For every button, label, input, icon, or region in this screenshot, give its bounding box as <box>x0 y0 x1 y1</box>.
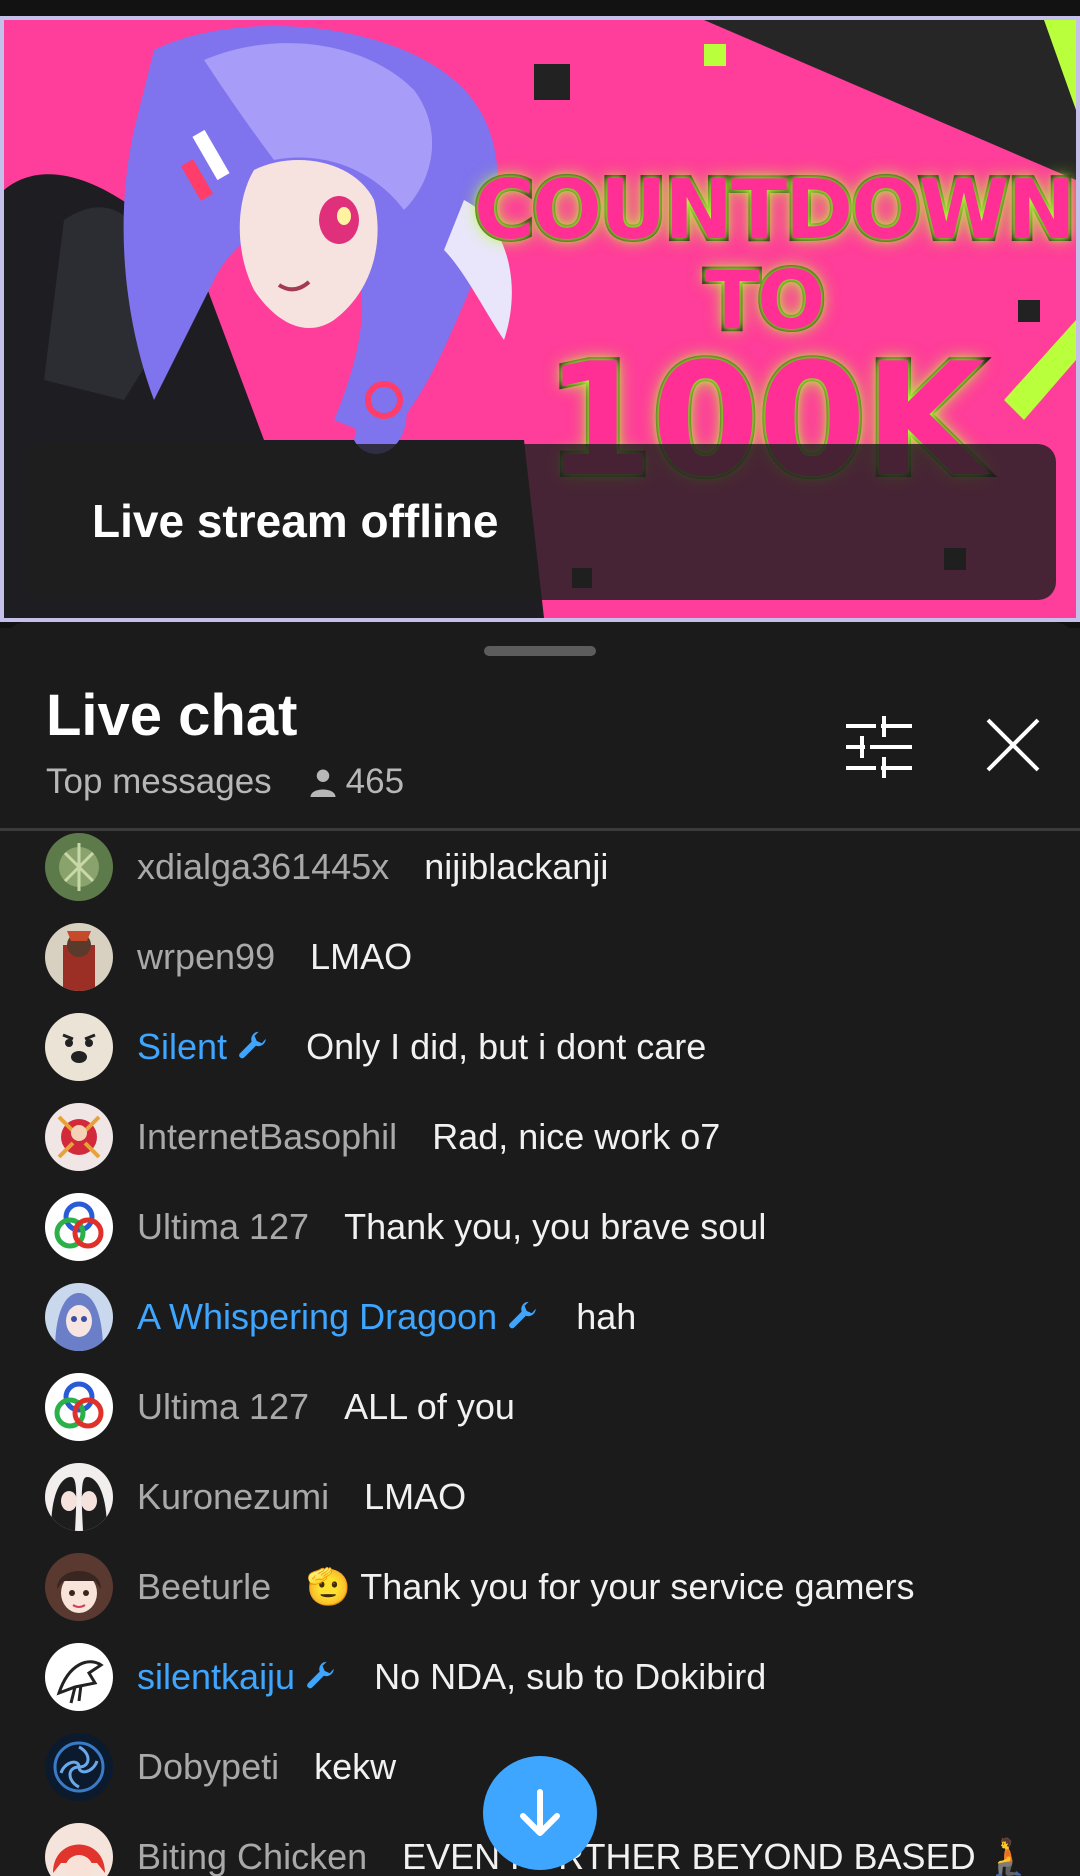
author-name[interactable]: InternetBasophil <box>137 1116 397 1158</box>
chat-message[interactable]: A Whispering Dragoon hah <box>0 1282 1080 1352</box>
message-content: Ultima 127 Thank you, you brave soul <box>137 1206 766 1248</box>
avatar[interactable] <box>45 1463 113 1531</box>
moderator-wrench-icon <box>239 1031 266 1059</box>
message-text: hah <box>576 1296 637 1337</box>
avatar[interactable] <box>45 1013 113 1081</box>
chat-message[interactable]: Kuronezumi LMAO <box>0 1462 1080 1532</box>
message-content: wrpen99 LMAO <box>137 936 412 978</box>
author-name[interactable]: Beeturle <box>137 1566 271 1608</box>
close-icon <box>986 718 1040 772</box>
person-icon <box>310 769 336 797</box>
avatar[interactable] <box>45 1733 113 1801</box>
chat-title: Live chat <box>46 683 298 748</box>
avatar[interactable] <box>45 1823 113 1876</box>
message-content: xdialga361445x nijiblackanji <box>137 846 608 888</box>
message-text: kekw <box>314 1746 397 1787</box>
chat-message[interactable]: Ultima 127 ALL of you <box>0 1372 1080 1442</box>
chat-mode-selector[interactable]: Top messages <box>46 762 272 802</box>
avatar[interactable] <box>45 1373 113 1441</box>
message-content: Silent Only I did, but i dont care <box>137 1026 706 1068</box>
message-text: nijiblackanji <box>424 846 609 887</box>
message-text: LMAO <box>310 936 413 977</box>
author-name[interactable]: Ultima 127 <box>137 1206 309 1248</box>
message-text: 🫡 Thank you for your service gamers <box>306 1566 915 1607</box>
moderator-wrench-icon <box>509 1301 536 1329</box>
avatar[interactable] <box>45 1553 113 1621</box>
message-text: Thank you, you brave soul <box>344 1206 767 1247</box>
tune-icon <box>846 715 912 779</box>
viewer-count: 465 <box>308 762 404 802</box>
message-content: Dobypeti kekw <box>137 1746 396 1788</box>
viewer-count-value: 465 <box>345 762 405 801</box>
chat-messages-list[interactable]: xdialga361445x nijiblackanji wrpen99 LMA… <box>0 832 1080 1876</box>
author-name[interactable]: Silent <box>137 1026 227 1068</box>
avatar[interactable] <box>45 1193 113 1261</box>
offline-banner: Live stream offline <box>24 444 1056 600</box>
chat-message[interactable]: xdialga361445x nijiblackanji <box>0 832 1080 902</box>
message-text: No NDA, sub to Dokibird <box>374 1656 767 1697</box>
close-chat-button[interactable] <box>982 714 1044 776</box>
chat-message[interactable]: Beeturle 🫡 Thank you for your service ga… <box>0 1552 1080 1622</box>
message-text: Rad, nice work o7 <box>432 1116 721 1157</box>
chat-message[interactable]: InternetBasophil Rad, nice work o7 <box>0 1102 1080 1172</box>
message-content: Ultima 127 ALL of you <box>137 1386 515 1428</box>
scroll-to-bottom-button[interactable] <box>483 1756 597 1870</box>
author-name[interactable]: Dobypeti <box>137 1746 279 1788</box>
author-name[interactable]: Biting Chicken <box>137 1836 367 1876</box>
chat-divider <box>0 828 1080 831</box>
message-text: Only I did, but i dont care <box>306 1026 707 1067</box>
avatar[interactable] <box>45 923 113 991</box>
live-chat-panel: Live chat Top messages 465 xdialga361445… <box>0 622 1080 1876</box>
author-name[interactable]: xdialga361445x <box>137 846 389 888</box>
drag-handle[interactable] <box>484 646 596 656</box>
moderator-wrench-icon <box>307 1661 334 1689</box>
author-name[interactable]: Ultima 127 <box>137 1386 309 1428</box>
message-content: Kuronezumi LMAO <box>137 1476 466 1518</box>
author-name[interactable]: A Whispering Dragoon <box>137 1296 497 1338</box>
message-text: LMAO <box>364 1476 467 1517</box>
avatar[interactable] <box>45 1103 113 1171</box>
chat-filter-button[interactable] <box>846 715 912 779</box>
chat-message[interactable]: silentkaiju No NDA, sub to Dokibird <box>0 1642 1080 1712</box>
message-content: Beeturle 🫡 Thank you for your service ga… <box>137 1566 915 1608</box>
arrow-down-icon <box>520 1789 560 1836</box>
message-content: A Whispering Dragoon hah <box>137 1296 636 1338</box>
youtube-live-page: COUNTDOWN TO 100K Live stream offline Li… <box>0 0 1080 1876</box>
chat-message[interactable]: Silent Only I did, but i dont care <box>0 1012 1080 1082</box>
avatar[interactable] <box>45 1643 113 1711</box>
message-text: ALL of you <box>344 1386 515 1427</box>
author-name[interactable]: Kuronezumi <box>137 1476 329 1518</box>
stream-status: Live stream offline <box>92 495 499 547</box>
thumbnail-title-line-1: COUNTDOWN <box>471 163 1076 259</box>
chat-message[interactable]: Ultima 127 Thank you, you brave soul <box>0 1192 1080 1262</box>
avatar[interactable] <box>45 1283 113 1351</box>
chat-message[interactable]: wrpen99 LMAO <box>0 922 1080 992</box>
author-name[interactable]: wrpen99 <box>137 936 275 978</box>
video-player[interactable]: COUNTDOWN TO 100K Live stream offline <box>0 0 1080 628</box>
message-content: silentkaiju No NDA, sub to Dokibird <box>137 1656 766 1698</box>
avatar[interactable] <box>45 833 113 901</box>
author-name[interactable]: silentkaiju <box>137 1656 295 1698</box>
chat-subheader: Top messages 465 <box>46 762 404 802</box>
message-content: InternetBasophil Rad, nice work o7 <box>137 1116 720 1158</box>
